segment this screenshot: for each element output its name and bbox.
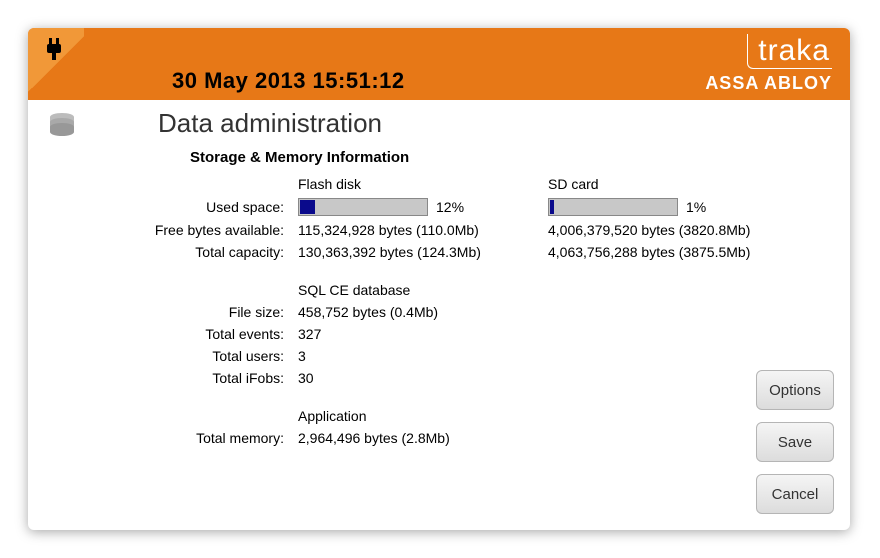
- total-memory-value: 2,964,496 bytes (2.8Mb): [298, 430, 538, 446]
- cancel-button[interactable]: Cancel: [756, 474, 834, 514]
- flash-total-value: 130,363,392 bytes (124.3Mb): [298, 244, 538, 260]
- page-title: Data administration: [158, 108, 830, 139]
- sd-free-value: 4,006,379,520 bytes (3820.8Mb): [548, 222, 808, 238]
- col-sd-header: SD card: [548, 176, 808, 192]
- file-size-value: 458,752 bytes (0.4Mb): [298, 304, 538, 320]
- flash-progress-fill: [300, 200, 315, 214]
- main: Data administration Storage & Memory Inf…: [88, 108, 830, 446]
- brand-block: traka ASSA ABLOY: [705, 34, 832, 94]
- flash-used-pct: 12%: [436, 199, 464, 215]
- content: Data administration Storage & Memory Inf…: [28, 100, 850, 458]
- sd-progress-fill: [550, 200, 554, 214]
- button-column: Options Save Cancel: [756, 370, 834, 514]
- flash-progress: [298, 198, 428, 216]
- app-heading: Application: [298, 408, 538, 424]
- datetime: 30 May 2013 15:51:12: [172, 68, 405, 94]
- save-button[interactable]: Save: [756, 422, 834, 462]
- brand-traka: traka: [747, 34, 832, 69]
- flash-free-value: 115,324,928 bytes (110.0Mb): [298, 222, 538, 238]
- sd-total-value: 4,063,756,288 bytes (3875.5Mb): [548, 244, 808, 260]
- total-users-label: Total users:: [88, 348, 288, 364]
- page-subtitle: Storage & Memory Information: [190, 149, 830, 166]
- admin-window: 30 May 2013 15:51:12 traka ASSA ABLOY Da…: [28, 28, 850, 530]
- total-events-value: 327: [298, 326, 538, 342]
- free-bytes-label: Free bytes available:: [88, 222, 288, 238]
- total-ifobs-label: Total iFobs:: [88, 370, 288, 386]
- brand-assa: ASSA ABLOY: [705, 73, 832, 94]
- total-users-value: 3: [298, 348, 538, 364]
- database-icon: [48, 112, 76, 446]
- col-flash-header: Flash disk: [298, 176, 538, 192]
- header-bar: 30 May 2013 15:51:12 traka ASSA ABLOY: [28, 28, 850, 100]
- flash-used-cell: 12%: [298, 198, 538, 216]
- db-heading: SQL CE database: [298, 282, 538, 298]
- total-capacity-label: Total capacity:: [88, 244, 288, 260]
- sd-progress: [548, 198, 678, 216]
- total-memory-label: Total memory:: [88, 430, 288, 446]
- total-events-label: Total events:: [88, 326, 288, 342]
- total-ifobs-value: 30: [298, 370, 538, 386]
- sd-used-pct: 1%: [686, 199, 706, 215]
- plug-icon: [44, 38, 64, 67]
- used-space-label: Used space:: [88, 199, 288, 215]
- options-button[interactable]: Options: [756, 370, 834, 410]
- file-size-label: File size:: [88, 304, 288, 320]
- sd-used-cell: 1%: [548, 198, 808, 216]
- info-grid: Flash disk SD card Used space: 12% 1% Fr…: [88, 176, 830, 446]
